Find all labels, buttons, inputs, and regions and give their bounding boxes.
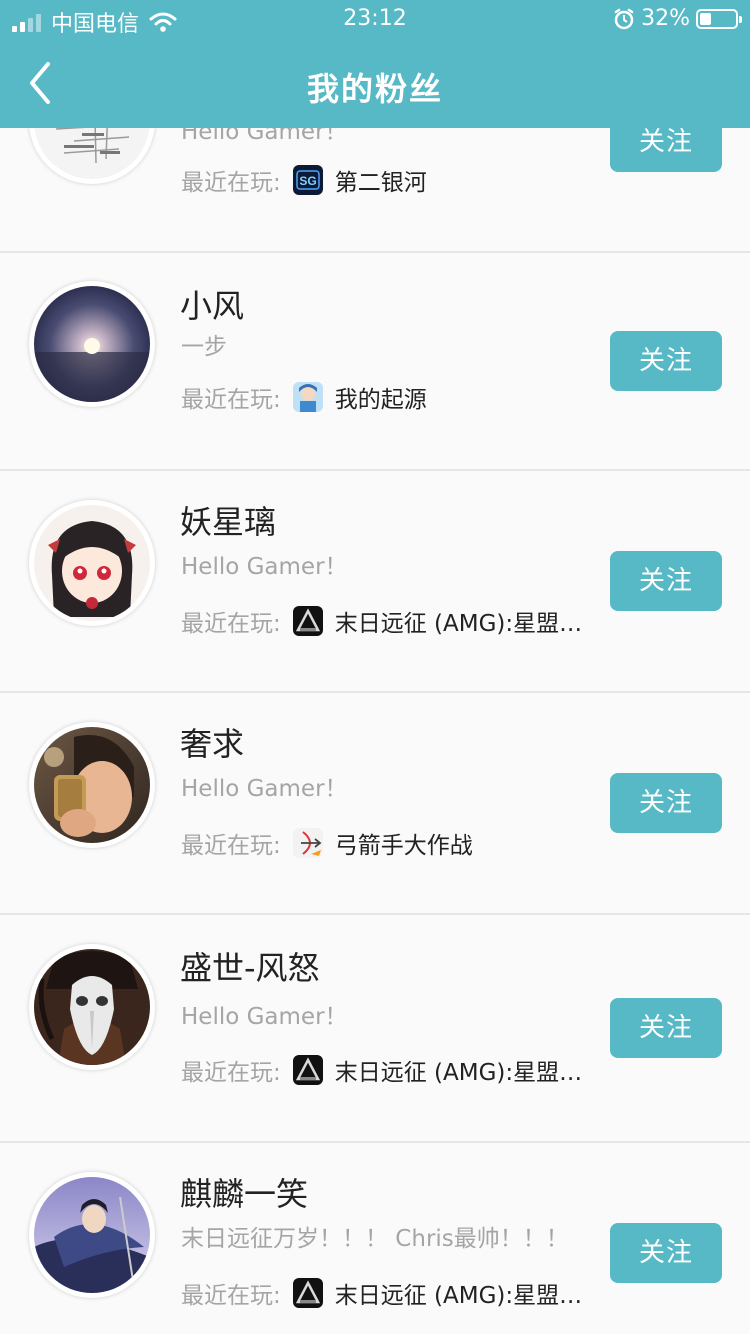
app-header: 中国电信 23:12 32% 我的粉丝 <box>0 0 750 128</box>
avatar[interactable] <box>29 1172 155 1298</box>
fan-signature: 末日远征万岁！！！ Chris最帅！！！ <box>181 1226 569 1252</box>
recent-game-row[interactable]: 最近在玩: 末日远征 (AMG):星盟冲突 <box>181 604 601 638</box>
recent-label: 最近在玩: <box>181 387 281 413</box>
game-name: 第二银河 <box>334 170 427 196</box>
fan-item[interactable]: 妖星璃 Hello Gamer！ 最近在玩: 末日远征 (AMG):星盟冲突 关… <box>0 471 750 693</box>
svg-text:SG: SG <box>299 174 316 188</box>
avatar[interactable] <box>29 944 155 1070</box>
recent-label: 最近在玩: <box>181 1060 281 1086</box>
amg-icon <box>292 606 323 636</box>
recent-game-row[interactable]: 最近在玩: SG 第二银河 <box>181 163 601 197</box>
fan-name[interactable]: 妖星璃 <box>180 497 276 543</box>
amg-icon <box>292 1278 323 1308</box>
fan-item[interactable]: 麒麟一笑 末日远征万岁！！！ Chris最帅！！！ 最近在玩: 末日远征 (AM… <box>0 1143 750 1334</box>
follow-button[interactable]: 关注 <box>610 998 722 1058</box>
game-name: 我的起源 <box>334 387 427 413</box>
fan-item[interactable]: 奢求 Hello Gamer！ 最近在玩: 弓箭手大作战 关注 <box>0 693 750 915</box>
avatar[interactable] <box>29 500 155 626</box>
battery-percentage: 32% <box>641 6 690 31</box>
fan-item[interactable]: 小风 一步 最近在玩: 我的起源 关注 <box>0 253 750 471</box>
recent-label: 最近在玩: <box>181 170 281 196</box>
follow-button[interactable]: 关注 <box>610 773 722 833</box>
recent-game-row[interactable]: 最近在玩: 我的起源 <box>181 380 601 414</box>
fan-signature: Hello Gamer！ <box>181 776 348 802</box>
fan-signature: Hello Gamer！ <box>181 554 348 580</box>
follow-button[interactable]: 关注 <box>610 331 722 391</box>
status-right: 32% <box>613 6 742 31</box>
archer-icon <box>292 828 323 858</box>
recent-label: 最近在玩: <box>181 1283 281 1309</box>
fan-signature: 一步 <box>181 334 227 360</box>
follow-button[interactable]: 关注 <box>610 1223 722 1283</box>
follow-button[interactable]: 关注 <box>610 551 722 611</box>
recent-game-row[interactable]: 最近在玩: 弓箭手大作战 <box>181 826 601 860</box>
avatar[interactable] <box>29 281 155 407</box>
status-bar: 中国电信 23:12 32% <box>0 0 750 40</box>
avatar[interactable] <box>29 722 155 848</box>
recent-game-row[interactable]: 最近在玩: 末日远征 (AMG):星盟冲突 <box>181 1053 601 1087</box>
second-galaxy-icon: SG <box>292 165 323 195</box>
recent-label: 最近在玩: <box>181 833 281 859</box>
amg-icon <box>292 1055 323 1085</box>
page-title: 我的粉丝 <box>306 70 443 108</box>
fan-name[interactable]: 奢求 <box>180 719 244 765</box>
recent-label: 最近在玩: <box>181 611 281 637</box>
fan-name[interactable]: 小风 <box>180 281 244 327</box>
game-name: 弓箭手大作战 <box>334 833 473 859</box>
game-name: 末日远征 (AMG):星盟冲突 <box>334 611 601 637</box>
fan-name[interactable]: 盛世-风怒 <box>180 943 320 989</box>
fan-item[interactable]: 盛世-风怒 Hello Gamer！ 最近在玩: 末日远征 (AMG):星盟冲突… <box>0 915 750 1143</box>
game-name: 末日远征 (AMG):星盟冲突 <box>334 1060 601 1086</box>
game-name: 末日远征 (AMG):星盟冲突 <box>334 1283 601 1309</box>
battery-icon <box>696 8 742 29</box>
recent-game-row[interactable]: 最近在玩: 末日远征 (AMG):星盟冲突 <box>181 1276 601 1310</box>
my-origin-icon <box>292 382 323 412</box>
fan-signature: Hello Gamer！ <box>181 1004 348 1030</box>
fan-name[interactable]: 麒麟一笑 <box>180 1169 308 1215</box>
alarm-icon <box>614 8 634 29</box>
nav-bar: 我的粉丝 <box>0 40 750 128</box>
